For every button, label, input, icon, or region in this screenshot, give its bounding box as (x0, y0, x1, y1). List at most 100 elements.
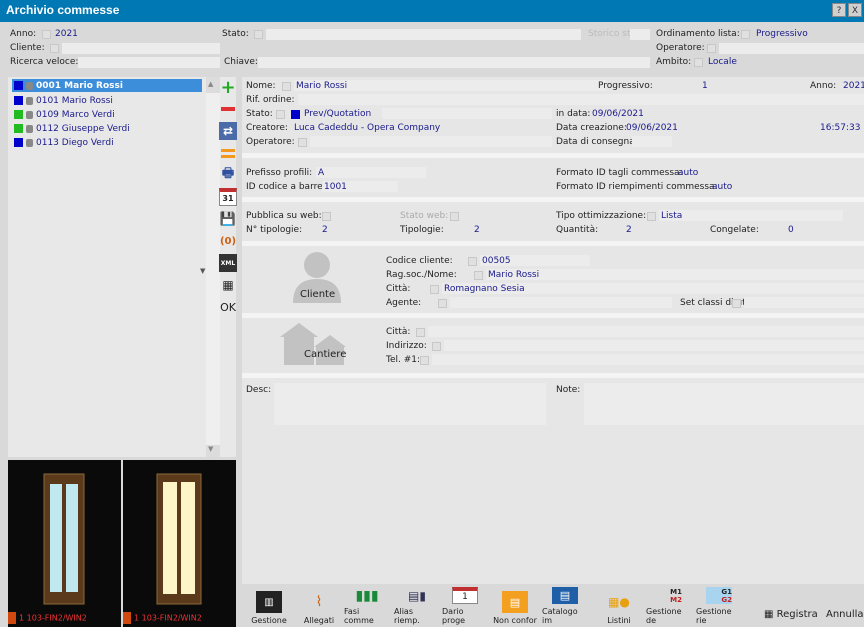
stato-detail-value[interactable]: Prev/Quotation (304, 109, 371, 119)
ricerca-input[interactable] (78, 57, 220, 68)
ragsoc-dropdown-icon[interactable] (474, 271, 483, 280)
tipo-ottim-input[interactable] (659, 210, 843, 221)
cliente-label: Cliente: (10, 43, 45, 53)
data-consegna-input[interactable] (632, 136, 672, 147)
status-square-icon (14, 110, 23, 119)
registra-button[interactable]: ▦ Registra (764, 609, 818, 620)
formato-tagli-value[interactable]: auto (678, 168, 698, 178)
add-icon[interactable]: + (219, 77, 237, 98)
equal-icon[interactable] (219, 144, 237, 162)
tipo-ottim-dropdown-icon[interactable] (647, 212, 656, 221)
operatore-detail-input[interactable] (310, 136, 552, 147)
remove-icon[interactable] (219, 100, 237, 118)
data-creazione-label: Data creazione: (556, 123, 627, 133)
chiave-input[interactable] (258, 57, 650, 68)
chiave-label: Chiave: (224, 57, 258, 67)
titlebar-buttons: ? X (832, 3, 862, 17)
indirizzo-input[interactable] (444, 340, 864, 351)
collapse-arrow-icon[interactable]: ▼ (200, 267, 205, 275)
stato-detail-dropdown-icon[interactable] (276, 110, 285, 119)
anno-label: Anno: (10, 29, 37, 39)
allegati-button[interactable]: ⌇ Allegati (296, 587, 342, 625)
tipo-ottim-value: Lista (661, 211, 683, 221)
list-item[interactable]: 0109 Marco Verdi (12, 108, 202, 121)
ok-button[interactable]: OK (219, 298, 237, 316)
set-classi-dropdown-icon[interactable] (732, 299, 741, 308)
storico-input[interactable] (630, 29, 650, 40)
print-icon[interactable]: 🖶 (219, 166, 237, 184)
ambito-value[interactable]: Locale (708, 57, 737, 67)
stato-dropdown-icon[interactable] (254, 30, 263, 39)
non-conformita-button[interactable]: ▤ Non confor (492, 587, 538, 625)
creatore-label: Creatore: (246, 123, 288, 133)
desc-textarea[interactable] (274, 383, 546, 425)
list-item[interactable]: 0101 Mario Rossi (12, 94, 202, 107)
id-codice-label: ID codice a barre: (246, 182, 326, 192)
pubblica-checkbox[interactable] (322, 212, 331, 221)
operatore-detail-dropdown-icon[interactable] (298, 138, 307, 147)
separator (242, 153, 864, 158)
calendar-icon[interactable]: 31 (219, 188, 237, 206)
typology-preview-1[interactable]: 1 103-FIN2/WIN2 (8, 460, 121, 627)
list-item[interactable]: 0113 Diego Verdi (12, 136, 202, 149)
grid-icon[interactable]: ▦ (219, 276, 237, 294)
n-tipologie-value: 2 (322, 225, 328, 235)
cliente-dropdown-icon[interactable] (50, 44, 59, 53)
agente-dropdown-icon[interactable] (438, 299, 447, 308)
scroll-down-icon[interactable]: ▼ (208, 445, 213, 453)
agente-input[interactable] (450, 297, 672, 308)
data-creazione-value: 09/06/2021 (626, 123, 678, 133)
catalogo-button[interactable]: ▤ Catalogo im (542, 587, 588, 625)
gestione-m-button[interactable]: M1 M2 Gestione de (646, 587, 692, 626)
anno-dropdown-icon[interactable] (42, 30, 51, 39)
xml-icon[interactable]: XML (219, 254, 237, 272)
diario-button[interactable]: 1 Dario proge (442, 587, 488, 625)
prefisso-input[interactable] (316, 167, 426, 178)
citta-dropdown-icon[interactable] (430, 285, 439, 294)
cliente-input[interactable] (62, 43, 220, 54)
ordinamento-dropdown-icon[interactable] (741, 30, 750, 39)
stato-web-dropdown-icon[interactable] (450, 212, 459, 221)
help-button[interactable]: ? (832, 3, 846, 17)
list-item[interactable]: 0112 Giuseppe Verdi (12, 122, 202, 135)
congelate-label: Congelate: (710, 225, 759, 235)
stato-input[interactable] (266, 29, 581, 40)
typology-preview-2[interactable]: 1 103-FIN2/WIN2 (123, 460, 236, 627)
close-button[interactable]: X (848, 3, 862, 17)
list-item[interactable]: 0001 Mario Rossi (12, 79, 202, 92)
formato-riemp-value[interactable]: auto (712, 182, 732, 192)
ambito-dropdown-icon[interactable] (694, 58, 703, 67)
nome-dropdown-icon[interactable] (282, 82, 291, 91)
save-icon[interactable]: 💾 (219, 210, 237, 228)
cantiere-citta-input[interactable] (428, 326, 864, 337)
cantiere-citta-dropdown-icon[interactable] (416, 328, 425, 337)
commesse-list[interactable]: 0001 Mario Rossi 0101 Mario Rossi 0109 M… (8, 77, 236, 457)
annulla-button[interactable]: Annulla (826, 609, 864, 620)
separator (242, 241, 864, 246)
tel-input[interactable] (432, 354, 864, 365)
indirizzo-dropdown-icon[interactable] (432, 342, 441, 351)
gestione-button[interactable]: ▥ Gestione (246, 587, 292, 625)
tel-dropdown-icon[interactable] (420, 356, 429, 365)
note-textarea[interactable] (584, 383, 864, 425)
gestione-g-button[interactable]: G1 G2 Gestione rie (696, 587, 742, 625)
fasi-button[interactable]: ▮▮▮ Fasi comme (344, 587, 390, 626)
stato-detail-label: Stato: (246, 109, 273, 119)
ragsoc-input[interactable] (486, 269, 864, 280)
ambito-label: Ambito: (656, 57, 692, 67)
status-square-icon (14, 138, 23, 147)
ordinamento-value[interactable]: Progressivo (756, 29, 808, 39)
stato-detail-input[interactable] (382, 108, 552, 119)
set-classi-input[interactable] (744, 297, 864, 308)
rif-ordine-input[interactable] (298, 94, 864, 105)
scroll-up-icon[interactable]: ▲ (208, 80, 213, 88)
operatore-dropdown-icon[interactable] (707, 44, 716, 53)
swap-icon[interactable]: ⇄ (219, 122, 237, 140)
attach-icon[interactable]: (0) (219, 232, 237, 250)
codice-cliente-dropdown-icon[interactable] (468, 257, 477, 266)
listini-button[interactable]: ▦● Listini (596, 587, 642, 625)
alias-button[interactable]: ▤▮ Alias riemp. (394, 587, 440, 626)
operatore-filter-input[interactable] (719, 43, 864, 54)
tipologie-label: Tipologie: (400, 225, 444, 235)
anno-value[interactable]: 2021 (55, 29, 78, 39)
